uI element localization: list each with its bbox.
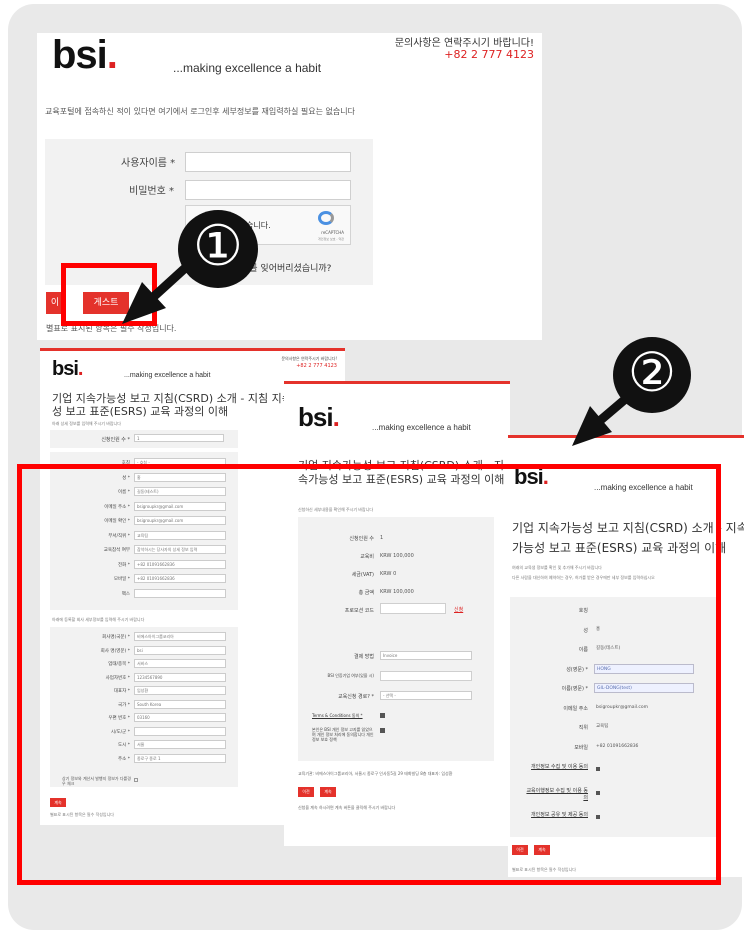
arrow-1-icon xyxy=(122,256,639,446)
step-2-badge: ② xyxy=(613,337,691,413)
step-1-badge: ① xyxy=(178,210,258,288)
